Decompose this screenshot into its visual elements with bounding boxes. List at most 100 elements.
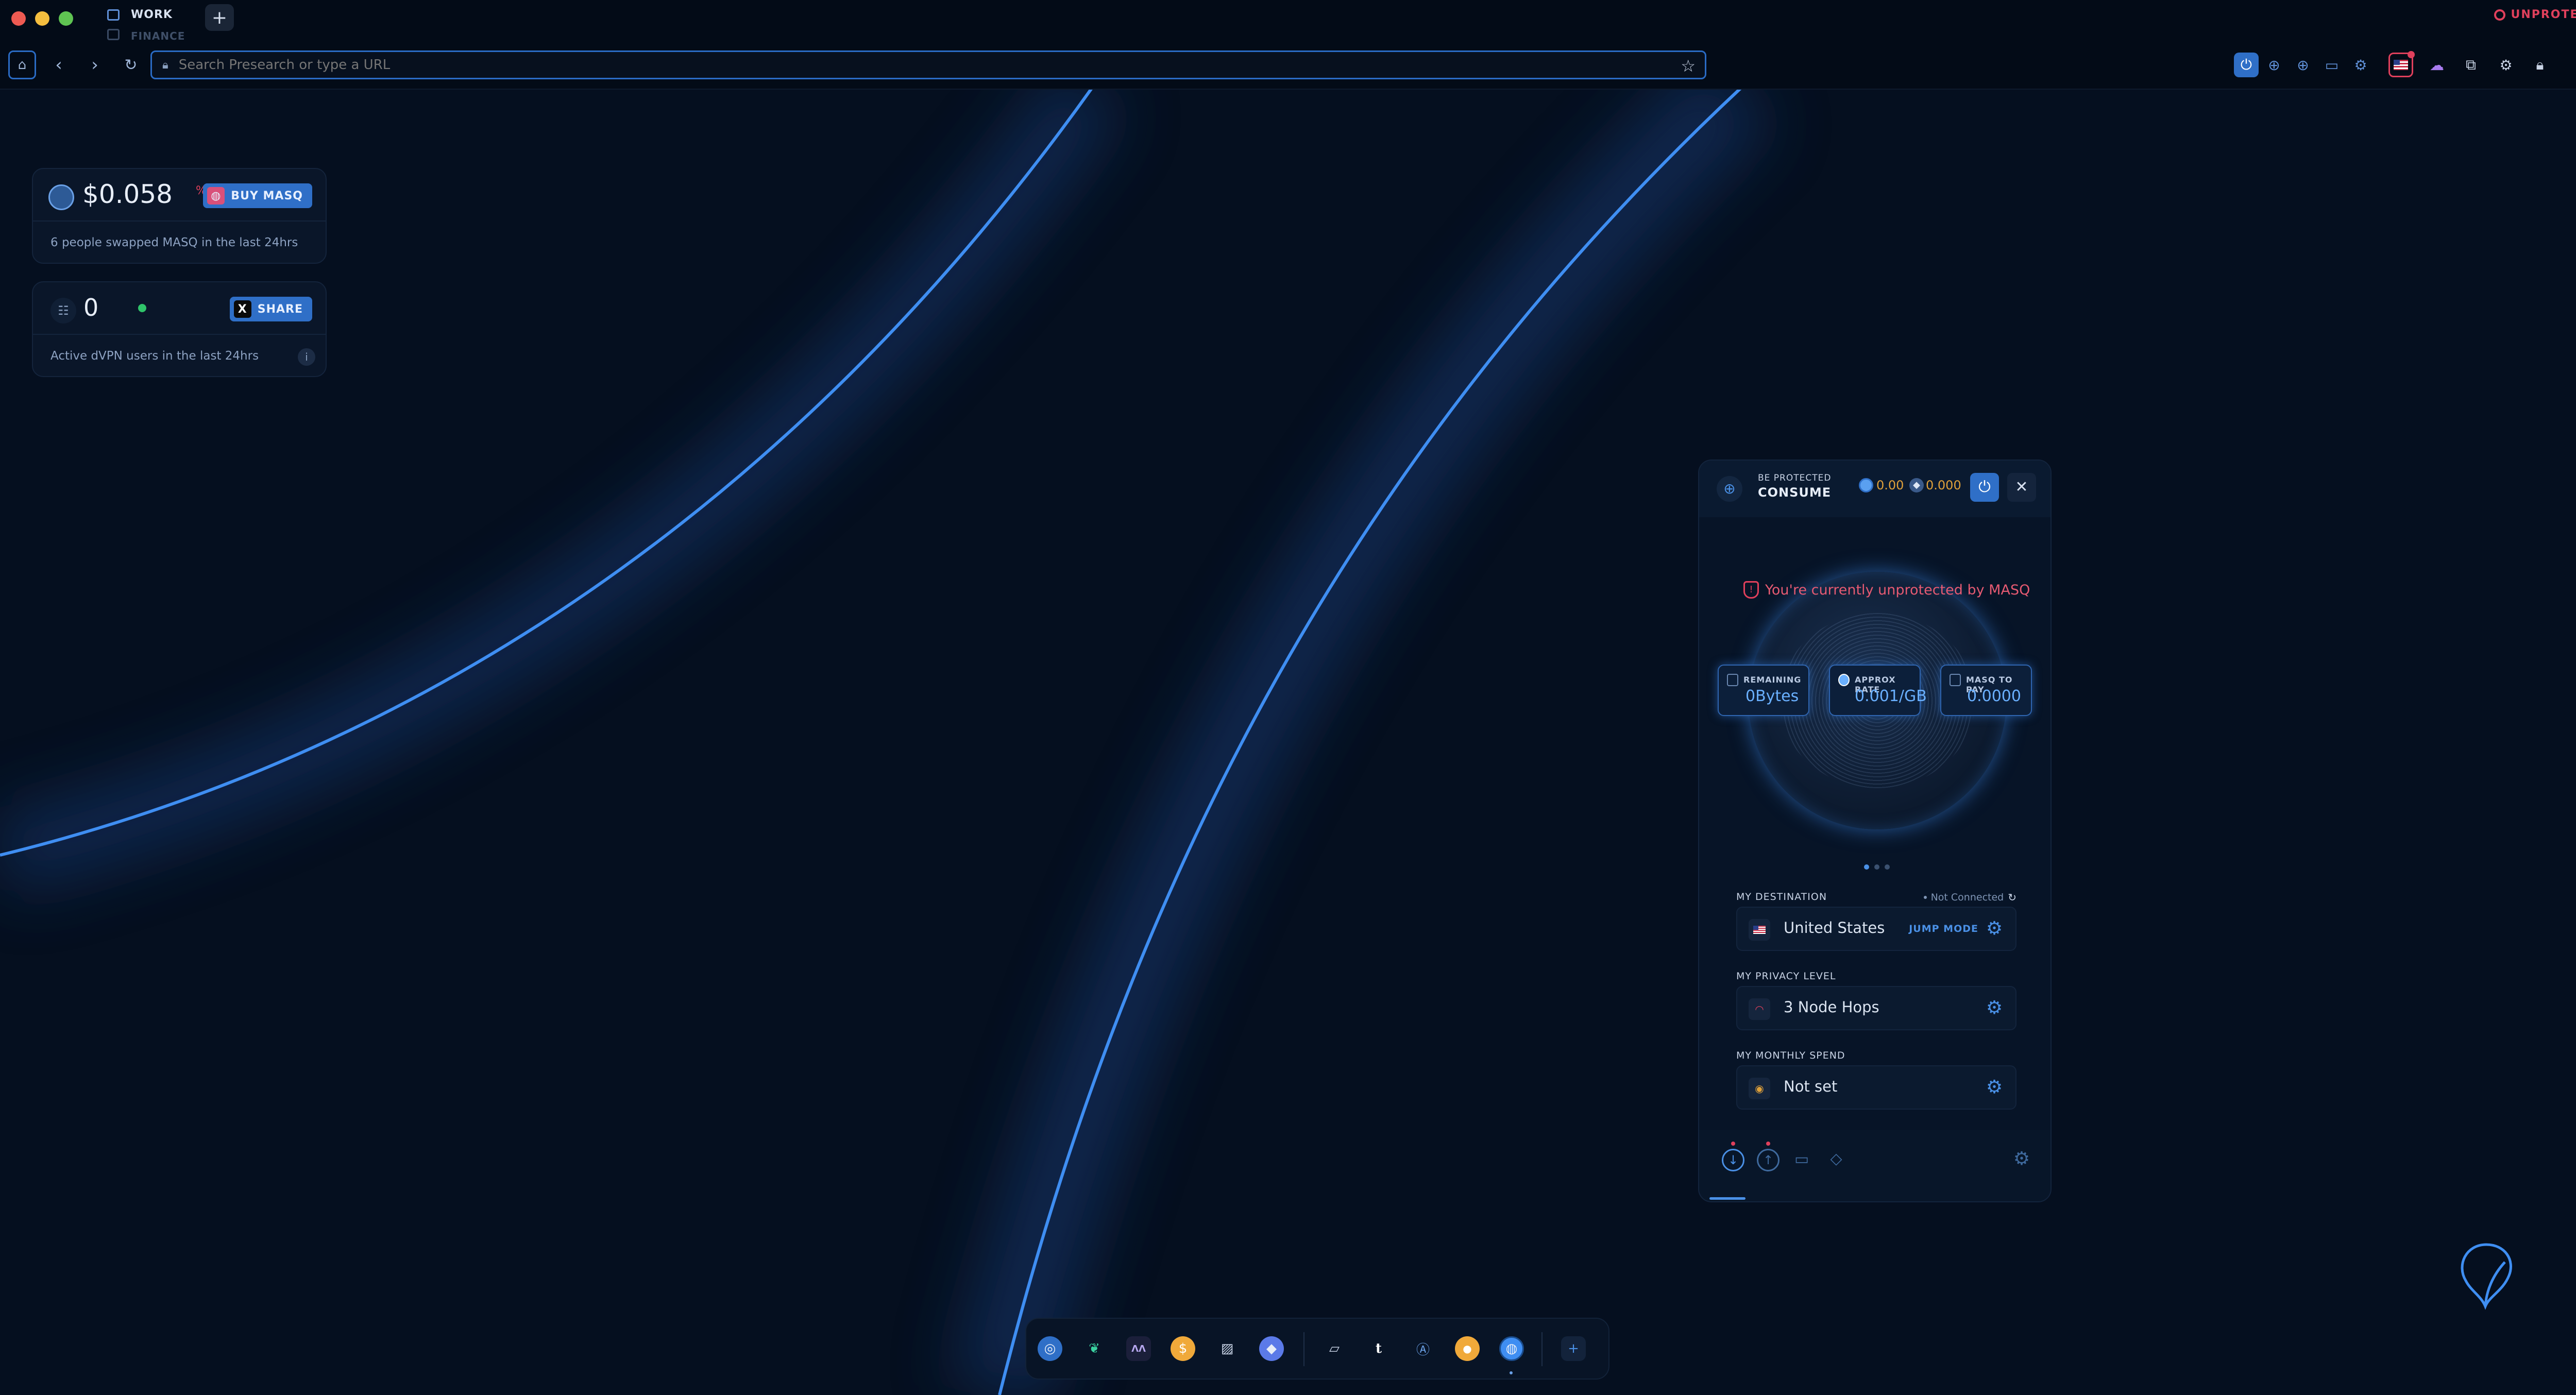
new-tab-button[interactable]: + (205, 4, 234, 31)
x-logo-icon: X (233, 300, 251, 318)
gear-icon[interactable]: ⚙ (1985, 919, 2004, 939)
reload-button[interactable]: ↻ (116, 50, 145, 79)
wallet-icon: ▭ (1794, 1150, 1809, 1168)
download-extension[interactable]: ⊕ (2262, 53, 2286, 77)
connection-status-text: Not Connected (1930, 892, 2004, 903)
buy-masq-button[interactable]: ◍ BUY MASQ (203, 183, 312, 208)
forward-button[interactable]: › (80, 50, 109, 79)
browser-settings-button[interactable]: ⚙ (2494, 53, 2518, 77)
masq-token-icon (1859, 478, 1873, 492)
upload-extension[interactable]: ⊕ (2291, 53, 2315, 77)
masq-power-extension[interactable]: ⏻ (2234, 53, 2259, 77)
wallet-extension[interactable]: ▭ (2319, 53, 2344, 77)
vpn-panel-footer: ↓ ↑ ▭ ◇ ⚙ (1699, 1130, 2050, 1201)
info-icon[interactable]: i (298, 348, 315, 366)
us-flag-icon (1749, 919, 1770, 941)
tab-finance[interactable]: FINANCE (106, 27, 209, 41)
padlock-icon: 🔒︎ (2536, 56, 2544, 73)
carousel-dot-active[interactable] (1864, 864, 1869, 870)
consume-mode-icon[interactable]: ⊕ (1717, 476, 1742, 502)
mode-title: CONSUME (1758, 485, 1832, 500)
notification-badge (2408, 51, 2415, 58)
url-input[interactable] (177, 57, 1622, 73)
diamond-icon: ◇ (1830, 1150, 1842, 1168)
country-flag-extension[interactable] (2388, 51, 2415, 77)
masq-logo-icon: ◍ (207, 187, 225, 205)
masq-app[interactable]: ◍ (1499, 1336, 1524, 1361)
connection-status: Not Connected ↻ (1923, 891, 2016, 904)
refresh-icon[interactable]: ↻ (2008, 891, 2016, 904)
tumblr-app[interactable]: t (1366, 1336, 1391, 1361)
serve-tab[interactable]: ↑ (1757, 1149, 1780, 1171)
coin-app[interactable]: $ (1171, 1336, 1195, 1361)
copy-icon: ⧉ (2466, 56, 2476, 73)
bookmark-star-icon[interactable]: ☆ (1681, 56, 1696, 76)
sidebar-button[interactable]: ⧉ (2459, 53, 2483, 77)
destination-field[interactable]: United States JUMP MODE ⚙ (1736, 907, 2016, 951)
serve-alert-dot (1766, 1142, 1770, 1146)
close-window-button[interactable] (11, 11, 26, 26)
privacy-value: 3 Node Hops (1784, 998, 1879, 1016)
appstore-app[interactable]: Ⓐ (1411, 1336, 1435, 1361)
masq-price: $0.058 (82, 179, 173, 209)
chevron-left-icon: ‹ (55, 55, 62, 75)
swap-caption: 6 people swapped MASQ in the last 24hrs (50, 236, 298, 249)
share-button[interactable]: X SHARE (229, 297, 312, 321)
receipt-icon (1950, 674, 1961, 686)
privacy-field[interactable]: ◠ 3 Node Hops ⚙ (1736, 986, 2016, 1030)
address-bar[interactable]: 🔒︎ ☆ (150, 50, 1706, 79)
add-app-button[interactable]: + (1561, 1336, 1586, 1361)
files-app[interactable]: ▱ (1322, 1336, 1347, 1361)
coins-icon: ◉ (1749, 1078, 1770, 1099)
cloud-extension[interactable]: ☁ (2425, 53, 2449, 77)
wallet-app[interactable]: ● (1455, 1336, 1480, 1361)
settings-extension[interactable]: ⚙ (2348, 53, 2373, 77)
protection-status[interactable]: UNPROTECTED (2494, 8, 2576, 21)
wallet-tab[interactable]: ▭ (1792, 1150, 1811, 1169)
ethereum-app[interactable]: ◆ (1259, 1336, 1284, 1361)
minimize-window-button[interactable] (35, 11, 49, 26)
rewards-tab[interactable]: ◇ (1826, 1149, 1846, 1169)
gear-icon: ⚙ (2499, 56, 2513, 74)
search-engine-icon: ◎ (1044, 1341, 1056, 1356)
title-bar: WORK FINANCE + UNPROTECTED (0, 0, 2576, 41)
close-panel-button[interactable]: ✕ (2007, 473, 2036, 502)
active-users-count: 0 (83, 294, 99, 321)
power-button[interactable]: ⏻ (1970, 473, 1999, 502)
consume-tab[interactable]: ↓ (1722, 1149, 1744, 1171)
chevron-right-icon: › (91, 55, 98, 75)
panel-settings-button[interactable]: ⚙ (2010, 1148, 2033, 1170)
gear-icon: ⚙ (2354, 56, 2367, 74)
close-icon: ✕ (2015, 478, 2028, 496)
shield-ring-icon (2494, 9, 2506, 21)
active-tab-indicator (1709, 1197, 1745, 1200)
carousel-dot[interactable] (1874, 864, 1879, 870)
aave-app[interactable]: ᐱᐱ (1126, 1336, 1151, 1361)
us-flag-icon (2394, 60, 2408, 70)
eth-token-icon: ◆ (1909, 478, 1924, 492)
destination-value: United States (1784, 919, 1885, 937)
maximize-window-button[interactable] (59, 11, 73, 26)
gear-icon[interactable]: ⚙ (1985, 998, 2004, 1018)
share-label: SHARE (257, 302, 303, 316)
image-app[interactable]: ▨ (1215, 1336, 1240, 1361)
crypto-app[interactable]: ❦ (1082, 1336, 1107, 1361)
home-button[interactable]: ⌂ (8, 50, 36, 79)
cloud-icon: ☁ (2430, 56, 2444, 74)
home-icon: ⌂ (18, 57, 27, 73)
wallet-coin-icon: ● (1463, 1342, 1472, 1355)
mode-caption: BE PROTECTED (1758, 473, 1832, 483)
spend-field[interactable]: ◉ Not set ⚙ (1736, 1065, 2016, 1110)
warning-text: You're currently unprotected by MASQ (1765, 582, 2030, 598)
presearch-app[interactable]: ◎ (1038, 1336, 1062, 1361)
lock-button[interactable]: 🔒︎ (2528, 53, 2552, 77)
masq-assistant-button[interactable] (2455, 1239, 2517, 1312)
back-button[interactable]: ‹ (44, 50, 73, 79)
carousel-dot[interactable] (1885, 864, 1890, 870)
wallet-icon: ▭ (2325, 56, 2339, 74)
gear-icon[interactable]: ⚙ (1985, 1078, 2004, 1097)
online-dot (138, 304, 146, 312)
masq-balance: 0.00 (1876, 478, 1904, 492)
masq-logo-icon: ◍ (1505, 1341, 1518, 1356)
jump-mode-button[interactable]: JUMP MODE (1909, 923, 1978, 934)
